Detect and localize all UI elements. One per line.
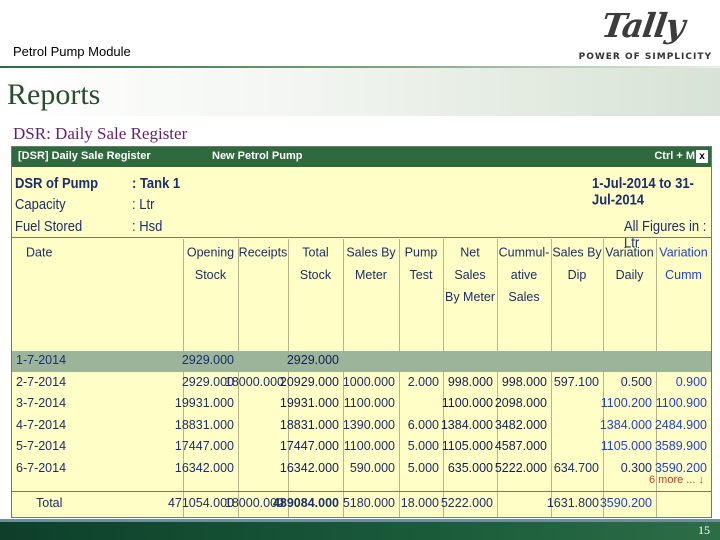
section-band — [0, 68, 720, 116]
total-pump-test: 18.000 — [400, 496, 439, 510]
cell-total-stock: 16342.000 — [279, 461, 339, 475]
module-title: Petrol Pump Module — [13, 44, 131, 59]
total-total-stock: 489084.000 — [272, 496, 339, 510]
cell-sales-by-meter: 1100.000 — [343, 396, 395, 411]
col-header-variation-cumm: Variation Cumm — [659, 245, 708, 282]
cell-opening-stock: 19931.000 — [174, 396, 234, 411]
cell-variation-daily: 0.500 — [620, 374, 652, 389]
col-header-sales-by-meter: Sales By Meter — [346, 245, 396, 282]
cell-opening-stock: 16342.000 — [174, 461, 234, 475]
cell-cumulative-sales: 2098.000 — [494, 396, 547, 411]
fuel-label: Fuel Stored — [15, 218, 83, 235]
cell-variation-cumm: 3590.200 — [654, 461, 707, 475]
total-sales-by-dip: 1631.800 — [546, 496, 599, 510]
cell-sales-by-meter: 1100.000 — [343, 439, 395, 454]
cell-cumulative-sales: 3482.000 — [494, 417, 547, 432]
tally-logo: Tally POWER OF SIMPLICITY — [578, 6, 712, 64]
cell-variation-cumm: 1100.900 — [655, 396, 707, 411]
table-row[interactable]: 1-7-2014 2929.000 2929.000 — [12, 351, 711, 372]
cell-variation-daily: 0.300 — [620, 461, 652, 475]
cell-cumulative-sales: 4587.000 — [494, 439, 547, 454]
cell-variation-daily: 1105.000 — [600, 439, 652, 454]
col-header-sales-by-dip: Sales By Dip — [552, 245, 602, 282]
cell-total-stock: 20929.000 — [279, 374, 339, 389]
cell-date: 2-7-2014 — [16, 374, 67, 389]
col-header-variation-daily: Variation Daily — [605, 245, 654, 282]
tally-report-window: [DSR] Daily Sale Register New Petrol Pum… — [11, 146, 712, 518]
slide-subtitle: DSR: Daily Sale Register — [13, 124, 188, 143]
total-variation-daily: 3590.200 — [599, 496, 652, 510]
company-name: New Petrol Pump — [212, 150, 303, 162]
capacity-value: : Ltr — [132, 196, 155, 213]
cell-cumulative-sales: 5222.000 — [494, 461, 547, 475]
window-titlebar: [DSR] Daily Sale Register New Petrol Pum… — [12, 147, 711, 167]
cell-sales-by-dip: 597.100 — [553, 374, 599, 389]
more-rows-indicator[interactable]: 6 more ... ↓ — [649, 474, 704, 486]
cell-variation-cumm: 0.900 — [675, 374, 707, 389]
cell-variation-cumm: 3589.900 — [654, 439, 707, 454]
cell-cumulative-sales: 998.000 — [501, 374, 547, 389]
cell-total-stock: 19931.000 — [279, 396, 339, 411]
cell-pump-test: 5.000 — [407, 461, 439, 475]
logo-wordmark: Tally — [599, 6, 687, 45]
table-row[interactable]: 4-7-2014 18831.000 18831.000 1390.000 6.000 1… — [12, 416, 711, 437]
table-row[interactable]: 6-7-2014 16342.000 16342.000 590.000 5.000 63… — [12, 459, 711, 480]
col-header-date: Date — [26, 245, 53, 260]
cell-pump-test: 6.000 — [407, 417, 439, 432]
header-rule-top — [12, 237, 711, 238]
cell-opening-stock: 17447.000 — [174, 439, 234, 454]
col-header-total-stock: Total Stock — [299, 245, 332, 282]
dsr-value: : Tank 1 — [132, 175, 181, 192]
footer-bar — [0, 522, 720, 540]
section-title: Reports — [7, 78, 101, 111]
totals-rule — [12, 491, 711, 492]
table-row[interactable]: 2-7-2014 2929.000 18000.000 20929.000 1000.0… — [12, 373, 711, 394]
cell-variation-daily: 1100.200 — [600, 396, 652, 411]
cell-total-stock: 17447.000 — [279, 439, 339, 454]
col-header-cumulative-sales: Cummul-ative Sales — [498, 245, 550, 304]
col-header-pump-test: Pump Test — [404, 245, 438, 282]
cell-pump-test: 5.000 — [407, 439, 439, 454]
cell-total-stock: 2929.000 — [286, 353, 339, 367]
table-row[interactable]: 3-7-2014 19931.000 19931.000 1100.000 1100.0… — [12, 394, 711, 415]
total-sales-by-meter: 5180.000 — [342, 496, 395, 510]
fuel-value: : Hsd — [132, 218, 163, 235]
cell-net-sales: 1100.000 — [441, 396, 493, 411]
cell-date: 5-7-2014 — [16, 439, 67, 454]
close-button[interactable]: x — [696, 150, 708, 163]
report-name: [DSR] Daily Sale Register — [18, 150, 151, 162]
col-header-opening-stock: Opening Stock — [186, 245, 235, 282]
cell-date: 1-7-2014 — [16, 353, 67, 367]
table-row[interactable]: 5-7-2014 17447.000 17447.000 1100.000 5.000 1… — [12, 437, 711, 458]
cell-receipts: 18000.000 — [224, 374, 284, 389]
cell-variation-daily: 1384.000 — [599, 417, 652, 432]
total-date: Total — [36, 496, 63, 510]
cell-pump-test: 2.000 — [407, 374, 439, 389]
logo-tagline: POWER OF SIMPLICITY — [578, 52, 712, 62]
cell-sales-by-meter: 1000.000 — [342, 374, 395, 389]
cell-opening-stock: 2929.000 — [181, 353, 234, 367]
cell-date: 6-7-2014 — [16, 461, 67, 475]
cell-sales-by-meter: 590.000 — [349, 461, 395, 475]
report-period[interactable]: 1-Jul-2014 to 31-Jul-2014 — [592, 175, 711, 208]
col-header-net-sales: Net Sales By Meter — [444, 245, 495, 304]
cell-variation-cumm: 2484.900 — [654, 417, 707, 432]
cell-sales-by-meter: 1390.000 — [342, 417, 395, 432]
cell-net-sales: 635.000 — [447, 461, 493, 475]
total-net-sales: 5222.000 — [440, 496, 493, 510]
page-number: 15 — [698, 523, 710, 537]
cell-net-sales: 1384.000 — [440, 417, 493, 432]
cell-net-sales: 1105.000 — [441, 439, 493, 454]
cell-opening-stock: 18831.000 — [174, 417, 234, 432]
shortcut-hint[interactable]: Ctrl + M — [654, 150, 695, 162]
capacity-label: Capacity — [15, 196, 66, 213]
cell-date: 4-7-2014 — [16, 417, 67, 432]
cell-date: 3-7-2014 — [16, 396, 67, 411]
cell-total-stock: 18831.000 — [279, 417, 339, 432]
cell-sales-by-dip: 634.700 — [553, 461, 599, 475]
totals-row: Total 471054.000 18000.000 489084.000 5180.0… — [12, 494, 711, 515]
cell-net-sales: 998.000 — [447, 374, 493, 389]
dsr-label: DSR of Pump — [15, 175, 99, 192]
col-header-receipts: Receipts — [238, 245, 288, 260]
